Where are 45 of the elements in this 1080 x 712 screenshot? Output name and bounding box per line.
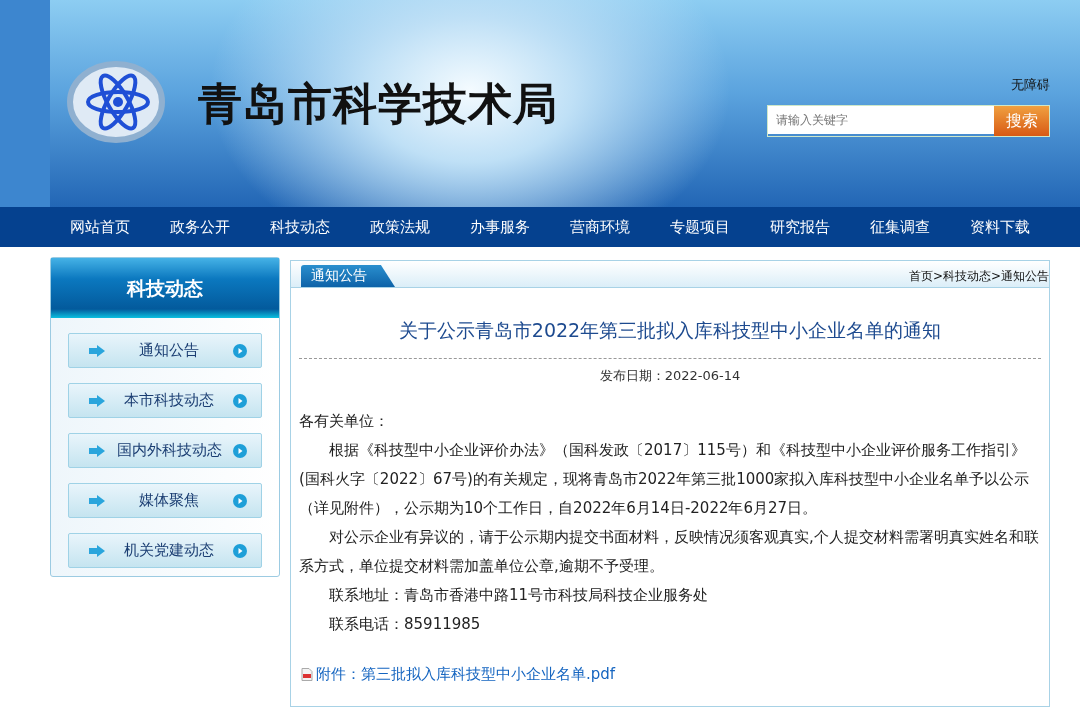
sidebar-item-label: 国内外科技动态 [116, 441, 222, 460]
sidebar-item[interactable]: 媒体聚焦 [68, 483, 262, 518]
nav-item[interactable]: 资料下载 [950, 207, 1050, 247]
paragraph: 对公示企业有异议的，请于公示期内提交书面材料，反映情况须客观真实,个人提交材料需署明真实姓名和联系方式，单位提交材料需加盖单位公章,逾期不予受理。 [299, 527, 1040, 577]
nav-item[interactable]: 办事服务 [450, 207, 550, 247]
arrow-icon [89, 494, 105, 507]
accessibility-link[interactable]: 无障碍 [1011, 76, 1050, 94]
section-tab[interactable]: 通知公告 [301, 265, 395, 287]
sidebar-item[interactable]: 通知公告 [68, 333, 262, 368]
article-title: 关于公示青岛市2022年第三批拟入库科技型中小企业名单的通知 [299, 318, 1041, 359]
paragraph: 各有关单位： [299, 411, 390, 432]
sidebar-item[interactable]: 机关党建动态 [68, 533, 262, 568]
sidebar-item[interactable]: 本市科技动态 [68, 383, 262, 418]
breadcrumb: 首页>科技动态>通知公告 [908, 267, 1049, 285]
paragraph: 联系电话：85911985 [328, 614, 482, 635]
nav-item[interactable]: 研究报告 [750, 207, 850, 247]
sidebar-item-label: 通知公告 [139, 341, 199, 360]
site-title: 青岛市科学技术局 [198, 76, 558, 131]
publish-date: 发布日期：2022-06-14 [598, 367, 742, 385]
play-circle-icon [233, 443, 247, 458]
nav-item[interactable]: 网站首页 [50, 207, 150, 247]
nav-item[interactable]: 政务公开 [150, 207, 250, 247]
paragraph: 联系地址：青岛市香港中路11号市科技局科技企业服务处 [328, 585, 710, 606]
sidebar-item[interactable]: 国内外科技动态 [68, 433, 262, 468]
sidebar-item-label: 机关党建动态 [124, 541, 214, 560]
search-field[interactable]: 请输入关键字 [768, 106, 994, 134]
nav-item[interactable]: 专题项目 [650, 207, 750, 247]
attachment-link[interactable]: 附件：第三批拟入库科技型中小企业名单.pdf [316, 665, 616, 684]
arrow-icon [89, 444, 105, 457]
play-circle-icon [233, 493, 247, 508]
sidebar-title: 科技动态 [51, 258, 279, 318]
play-circle-icon [233, 393, 247, 408]
arrow-icon [89, 394, 105, 407]
paragraph: 根据《科技型中小企业评价办法》（国科发政〔2017〕115号）和《科技型中小企业评价服务工作指引》(国科火字〔2022〕67号)的有关规定，现将青岛市2022年第三批1000家拟入库科技型中小企业名单予以公示（详见附件），公示期为10个工作日，自2022年6月14日-2022年6月27日。 [299, 440, 1031, 519]
play-circle-icon [233, 543, 247, 558]
nav-item[interactable]: 征集调查 [850, 207, 950, 247]
nav-item[interactable]: 营商环境 [550, 207, 650, 247]
pdf-file-icon [301, 668, 313, 681]
play-circle-icon [233, 343, 247, 358]
sidebar-item-label: 本市科技动态 [124, 391, 214, 410]
nav-item[interactable]: 科技动态 [250, 207, 350, 247]
arrow-icon [89, 544, 105, 557]
arrow-icon [89, 344, 105, 357]
sidebar-item-label: 媒体聚焦 [139, 491, 199, 510]
nav-item[interactable]: 政策法规 [350, 207, 450, 247]
